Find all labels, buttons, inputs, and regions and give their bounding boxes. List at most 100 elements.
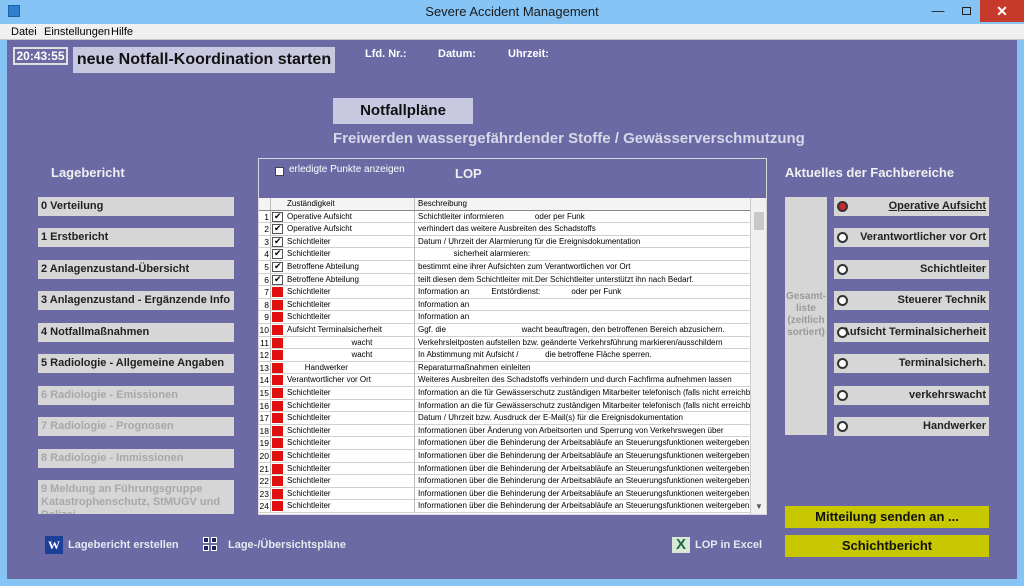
cell-beschreibung: Reparaturmaßnahmen einleiten (418, 362, 531, 372)
mitteilung-senden-button[interactable]: Mitteilung senden an ... (785, 506, 989, 528)
done-checkbox-icon[interactable] (272, 247, 283, 260)
excel-icon[interactable]: X (672, 537, 690, 553)
lagebericht-item-1[interactable]: 1 Erstbericht (38, 228, 234, 247)
table-row[interactable]: 17 Schichtleiter Datum / Uhrzeit bzw. Ausd… (259, 412, 750, 425)
schichtbericht-button[interactable]: Schichtbericht (785, 535, 989, 557)
open-status-icon[interactable] (272, 413, 283, 424)
table-row[interactable]: 19 Schichtleiter Informationen über die Be… (259, 437, 750, 450)
window-frame-bottom (0, 579, 1024, 586)
lagebericht-item-6[interactable]: 6 Radiologie - Emissionen (38, 386, 234, 405)
row-number: 3 (259, 235, 271, 248)
lop-scrollbar[interactable]: ▼ (750, 198, 766, 514)
table-row[interactable]: 8 Schichtleiter Information an (259, 298, 750, 312)
cell-zustaendigkeit: Handwerker (285, 361, 415, 374)
open-status-icon[interactable] (272, 501, 283, 512)
maximize-button[interactable] (952, 0, 980, 22)
table-row[interactable]: 18 Schichtleiter Informationen über Änderu… (259, 424, 750, 438)
done-checkbox-icon[interactable] (272, 273, 283, 285)
lagebericht-item-0[interactable]: 0 Verteilung (38, 197, 234, 216)
notfallplaene-button[interactable]: Notfallpläne (333, 98, 473, 124)
minimize-button[interactable]: — (924, 0, 952, 22)
menu-datei[interactable]: Datei (11, 26, 37, 38)
table-row[interactable]: 12 wacht In Abstimmung mit Aufsicht / die… (259, 349, 750, 362)
done-checkbox-icon[interactable] (272, 222, 283, 235)
open-status-icon[interactable] (272, 362, 283, 373)
start-coordination-button[interactable]: neue Notfall-Koordination starten (73, 47, 335, 73)
open-status-icon[interactable] (272, 388, 283, 398)
table-row[interactable]: 16 Schichtleiter Information an die für Ge… (259, 399, 750, 413)
open-status-icon[interactable] (272, 350, 283, 361)
show-done-checkbox[interactable] (275, 167, 284, 176)
table-row[interactable]: 20 Schichtleiter Informationen über die Be… (259, 450, 750, 463)
table-row[interactable]: 9 Schichtleiter Information an (259, 311, 750, 324)
lageplaene-link[interactable]: Lage-/Übersichtspläne (228, 539, 346, 551)
lagebericht-item-2[interactable]: 2 Anlagenzustand-Übersicht (38, 260, 234, 279)
lagebericht-erstellen-link[interactable]: Lagebericht erstellen (68, 539, 179, 551)
open-status-icon[interactable] (272, 325, 283, 335)
close-button[interactable]: ✕ (980, 0, 1024, 22)
table-row[interactable]: 4 Schichtleiter sicherheit alarmieren: (259, 247, 750, 261)
table-row[interactable]: 13 Handwerker Reparaturmaßnahmen einleite… (259, 361, 750, 375)
open-status-icon[interactable] (272, 425, 283, 436)
lagebericht-item-7[interactable]: 7 Radiologie - Prognosen (38, 417, 234, 436)
lagebericht-item-9[interactable]: 9 Meldung an Führungsgruppe Katastrophen… (38, 480, 234, 514)
fach-label: Schichtleiter (919, 263, 986, 275)
gesamtliste-button[interactable]: Gesamt-liste (zeitlich sortiert) (785, 197, 827, 435)
table-row[interactable]: 24 Schichtleiter Informationen über die Be… (259, 500, 750, 513)
fach-item-verkehrswacht[interactable]: verkehrswacht (834, 386, 989, 405)
open-status-icon[interactable] (272, 451, 283, 461)
fach-item-operative-aufsicht[interactable]: Operative Aufsicht (834, 197, 989, 216)
open-status-icon[interactable] (272, 299, 283, 310)
table-row[interactable]: 23 Schichtleiter Informationen über die Be… (259, 487, 750, 501)
table-row[interactable]: 22 Schichtleiter Informationen über die Be… (259, 475, 750, 488)
menu-einstellungen[interactable]: Einstellungen (44, 26, 110, 38)
fach-label: verkehrswacht (908, 389, 986, 401)
open-status-icon[interactable] (272, 463, 283, 474)
lop-table[interactable]: Zuständigkeit Beschreibung 1 Operative Au… (259, 198, 766, 514)
table-row[interactable]: 1 Operative AufsichtSchichtleiter informi… (259, 210, 750, 224)
done-checkbox-icon[interactable] (272, 260, 283, 272)
word-icon[interactable]: W (45, 536, 63, 554)
table-row[interactable]: 3 SchichtleiterDatum / Uhrzeit der Alarmi… (259, 235, 750, 249)
radio-icon (837, 201, 848, 212)
cell-zustaendigkeit: Operative Aufsicht (285, 223, 415, 236)
cell-beschreibung: Weiteres Ausbreiten des Schadstoffs verh… (418, 375, 732, 385)
done-checkbox-icon[interactable] (272, 210, 283, 222)
open-status-icon[interactable] (272, 400, 283, 411)
fach-item-steuerer-technik[interactable]: Steuerer Technik (834, 291, 989, 310)
lagebericht-item-3[interactable]: 3 Anlagenzustand - Ergänzende Info (38, 291, 234, 310)
lagebericht-item-4[interactable]: 4 Notfallmaßnahmen (38, 323, 234, 342)
lagebericht-item-8[interactable]: 8 Radiologie - Immissionen (38, 449, 234, 468)
open-status-icon[interactable] (272, 476, 283, 487)
table-row[interactable]: 15 Schichtleiter Information an die für Ge… (259, 387, 750, 400)
lagebericht-item-5[interactable]: 5 Radiologie - Allgemeine Angaben (38, 354, 234, 373)
fach-item-schichtleiter[interactable]: Schichtleiter (834, 260, 989, 279)
row-number: 18 (259, 424, 271, 437)
open-status-icon[interactable] (272, 287, 283, 298)
lop-excel-link[interactable]: LOP in Excel (695, 539, 762, 551)
scroll-down-icon[interactable]: ▼ (755, 502, 763, 511)
menu-hilfe[interactable]: Hilfe (111, 26, 133, 38)
fach-item-aufsicht-terminal[interactable]: Aufsicht Terminalsicherheit (834, 323, 989, 342)
done-checkbox-icon[interactable] (272, 235, 283, 247)
table-row[interactable]: 21 Schichtleiter Informationen über die Be… (259, 462, 750, 476)
table-row[interactable]: 10 Aufsicht Terminalsicherheit Ggf. die wa… (259, 324, 750, 337)
open-status-icon[interactable] (272, 488, 283, 499)
table-row[interactable]: 5 Betroffene Abteilungbestimmt eine ihrer… (259, 260, 750, 274)
fach-item-handwerker[interactable]: Handwerker (834, 417, 989, 436)
open-status-icon[interactable] (272, 438, 283, 449)
scroll-thumb[interactable] (754, 212, 764, 230)
cell-beschreibung: Verkehrsleitposten aufstellen bzw. geänd… (418, 337, 723, 347)
open-status-icon[interactable] (272, 337, 283, 348)
table-row[interactable]: 7 Schichtleiter Information an Entstördien… (259, 286, 750, 299)
table-row[interactable]: 11 wacht Verkehrsleitposten aufstellen bz… (259, 336, 750, 350)
open-status-icon[interactable] (272, 375, 283, 386)
table-row[interactable]: 6 Betroffene Abteilungteilt diesen dem Sc… (259, 273, 750, 287)
table-row[interactable]: 14 Verantwortlicher vor Ort Weiteres Ausbr… (259, 374, 750, 387)
fach-item-verantwortlicher[interactable]: Verantwortlicher vor Ort (834, 228, 989, 247)
fach-item-terminalsicherh[interactable]: Terminalsicherh. (834, 354, 989, 373)
map-icon[interactable] (203, 537, 223, 553)
table-row[interactable]: 2 Operative Aufsichtverhindert das weiter… (259, 222, 750, 236)
open-status-icon[interactable] (272, 312, 283, 323)
window-frame-left (0, 40, 7, 586)
